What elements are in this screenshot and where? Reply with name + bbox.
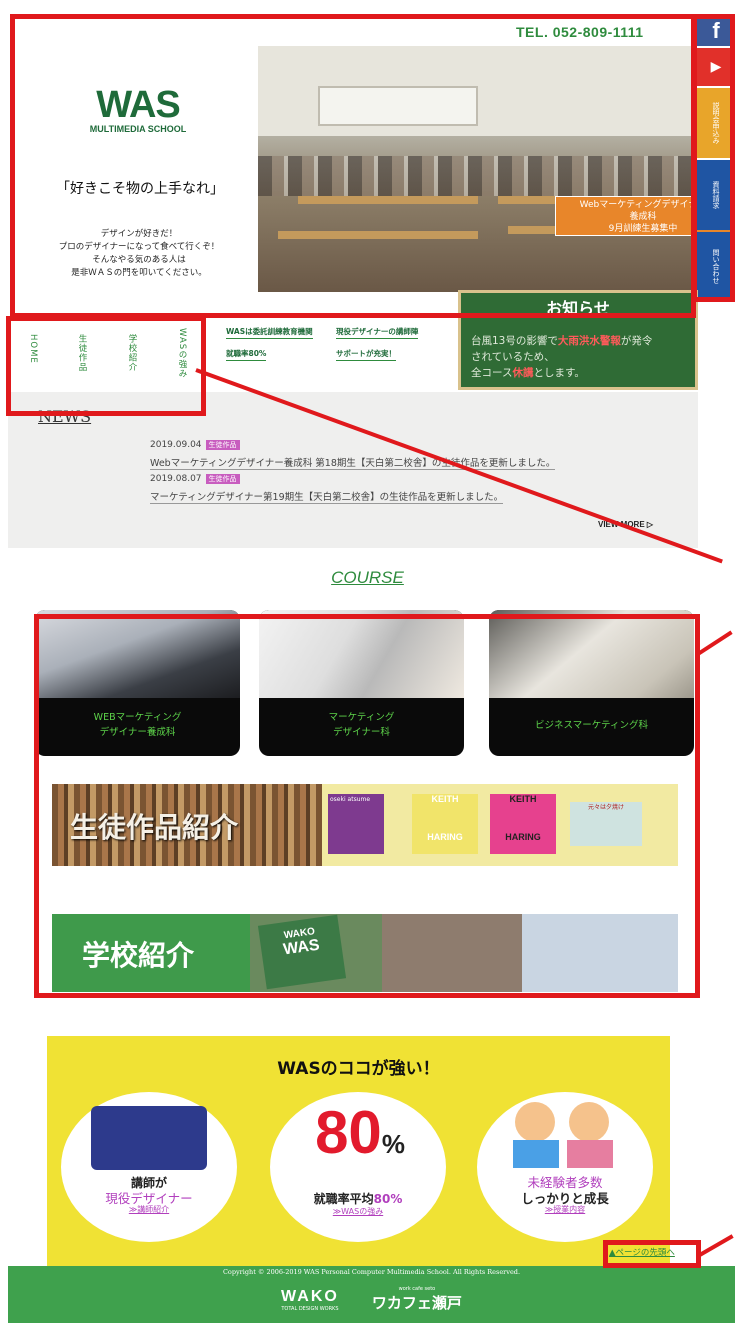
arrow-right-icon: ▷ — [644, 520, 654, 529]
strengths-title: WASのココが強い！ — [277, 1059, 440, 1079]
notice-closed: 休講 — [512, 367, 534, 379]
notice-text: 全コース — [471, 367, 513, 379]
strength-text: 就職率平均80% — [270, 1190, 446, 1207]
news-date: 2019.09.04 生徒作品 — [150, 440, 240, 450]
annotation-box-course — [34, 614, 700, 998]
wako-logo-text: WAKO — [281, 1287, 339, 1305]
news-link[interactable]: マーケティングデザイナー第19期生【天白第二校舎】の生徒作品を更新しました。 — [150, 489, 504, 504]
strength-link[interactable]: ≫授業内容 — [477, 1204, 653, 1215]
wakafe-logo-text: ワカフェ瀬戸 — [371, 1294, 462, 1312]
kid-body — [567, 1140, 613, 1168]
notice-warning: 大雨洪水警報 — [557, 335, 621, 347]
wako-logo-sub: TOTAL DESIGN WORKS — [281, 1305, 339, 1312]
news-date-text: 2019.09.04 — [150, 440, 202, 450]
notice-message: 台風13号の影響で大雨洪水警報が発令 されているため、 全コース休講とします。 — [471, 333, 695, 381]
notice-text: が発令 — [620, 335, 653, 347]
kid-body — [513, 1140, 559, 1168]
designer-illustration — [91, 1106, 207, 1170]
notice-text: 台風13号の影響で — [471, 335, 558, 347]
copyright: Copyright © 2006-2019 WAS Personal Compu… — [222, 1268, 521, 1276]
annotation-line — [697, 1234, 734, 1258]
tag-link-support[interactable]: サポートが充実！ — [336, 348, 396, 361]
course-heading: COURSE — [331, 568, 404, 587]
percent-sign: % — [381, 1129, 405, 1159]
notice-text: されているため、 — [471, 351, 555, 363]
wakafe-logo[interactable]: work cafe seto ワカフェ瀬戸 — [372, 1286, 462, 1313]
strength-instructors[interactable]: 講師が 現役デザイナー ≫講師紹介 — [61, 1092, 237, 1242]
annotation-box-header — [10, 14, 696, 318]
strengths-section: WASのココが強い！ 講師が 現役デザイナー ≫講師紹介 80% 就職率平均80… — [47, 1036, 670, 1272]
big-number: 80 — [315, 1099, 382, 1166]
strength-text-b: 80% — [373, 1192, 403, 1206]
news-badge: 生徒作品 — [205, 440, 240, 450]
footer: Copyright © 2006-2019 WAS Personal Compu… — [8, 1266, 735, 1323]
strength-employment[interactable]: 80% 就職率平均80% ≫WASの強み — [270, 1092, 446, 1242]
news-link[interactable]: Webマーケティングデザイナー養成科 第18期生【天白第二校舎】の生徒作品を更新… — [150, 455, 556, 470]
strength-beginners[interactable]: 未経験者多数 しっかりと成長 ≫授業内容 — [477, 1092, 653, 1242]
kid-illustration — [569, 1102, 609, 1142]
tag-link-training[interactable]: WASは委託訓練教育機関 — [226, 326, 313, 339]
news-date: 2019.08.07 生徒作品 — [150, 474, 240, 484]
strength-link[interactable]: ≫WASの強み — [270, 1206, 446, 1217]
kid-illustration — [515, 1102, 555, 1142]
notice-text: とします。 — [533, 367, 585, 379]
eighty-percent-graphic: 80% — [290, 1098, 430, 1167]
tag-link-employment[interactable]: 就職率80% — [226, 348, 267, 361]
annotation-box-sidebar — [692, 14, 735, 302]
annotation-box-nav — [6, 316, 206, 416]
news-date-text: 2019.08.07 — [150, 474, 202, 484]
annotation-line — [696, 630, 733, 656]
footer-logos: WAKO TOTAL DESIGN WORKS work cafe seto ワ… — [8, 1286, 735, 1313]
tag-link-instructors[interactable]: 現役デザイナーの講師陣 — [336, 326, 419, 339]
news-badge: 生徒作品 — [205, 474, 240, 484]
strength-text-a: 就職率平均 — [313, 1192, 374, 1206]
annotation-box-pagetop — [603, 1240, 701, 1268]
strength-link[interactable]: ≫講師紹介 — [61, 1204, 237, 1215]
wako-logo[interactable]: WAKO TOTAL DESIGN WORKS — [281, 1288, 339, 1312]
